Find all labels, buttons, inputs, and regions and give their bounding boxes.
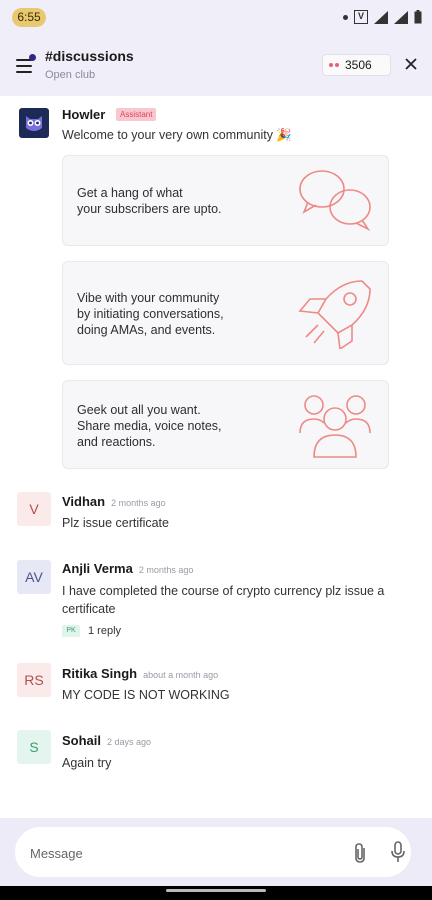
message-author[interactable]: Vidhan 2 months ago	[62, 494, 166, 509]
message-author[interactable]: Sohail 2 days ago	[62, 733, 151, 748]
status-bar: 6:55 V	[0, 0, 432, 34]
status-icons: V	[343, 8, 422, 26]
reply-avatar: PK	[62, 625, 80, 637]
points-badge[interactable]: 3506	[322, 54, 391, 76]
card-text: Geek out all you want. Share media, voic…	[77, 403, 222, 449]
author-name: Ritika Singh	[62, 666, 138, 681]
feature-card-group: Geek out all you want. Share media, voic…	[62, 380, 389, 469]
group-icon	[299, 394, 371, 458]
message-time: 2 days ago	[107, 737, 152, 747]
message-text: I have completed the course of crypto cu…	[62, 584, 385, 616]
rocket-icon	[298, 280, 371, 349]
message-input[interactable]	[30, 844, 330, 862]
message-text: MY CODE IS NOT WORKING	[62, 688, 230, 702]
vpn-icon: V	[354, 10, 368, 24]
menu-line	[16, 71, 32, 73]
system-nav-bar	[0, 886, 432, 900]
author-name: Anjli Verma	[62, 561, 133, 576]
message-text: Again try	[62, 756, 112, 770]
home-handle[interactable]	[166, 889, 266, 892]
card-text: Vibe with your community by initiating c…	[77, 291, 224, 337]
feature-card-rocket: Vibe with your community by initiating c…	[62, 261, 389, 365]
thread-replies[interactable]: PK 1 reply	[62, 625, 121, 637]
points-icon	[329, 63, 339, 67]
bot-message-text: Welcome to your very own community 🎉	[62, 128, 292, 142]
notification-dot-icon	[343, 14, 348, 20]
points-value: 3506	[345, 58, 372, 72]
close-button[interactable]	[402, 56, 420, 74]
bot-avatar[interactable]	[19, 108, 49, 138]
signal-icon	[394, 10, 408, 24]
channel-header: #discussions Open club 3506	[0, 34, 432, 96]
avatar[interactable]: S	[17, 730, 51, 764]
avatar[interactable]: V	[17, 492, 51, 526]
channel-title: #discussions	[45, 48, 134, 64]
close-icon	[405, 58, 417, 70]
message-time: about a month ago	[143, 670, 219, 680]
message-author[interactable]: Anjli Verma 2 months ago	[62, 561, 193, 576]
avatar[interactable]: AV	[17, 560, 51, 594]
menu-button[interactable]	[14, 54, 38, 76]
menu-badge-dot	[29, 54, 36, 61]
bot-name[interactable]: Howler	[62, 107, 105, 122]
battery-icon	[414, 10, 422, 24]
avatar[interactable]: RS	[17, 663, 51, 697]
message-text: Plz issue certificate	[62, 516, 169, 530]
status-time: 6:55	[12, 8, 46, 27]
wifi-icon	[374, 10, 388, 24]
owl-icon	[26, 116, 42, 131]
message-time: 2 months ago	[111, 498, 166, 508]
channel-subtitle: Open club	[45, 69, 96, 81]
card-text: Get a hang of what your subscribers are …	[77, 186, 222, 216]
reply-count: 1 reply	[88, 625, 122, 637]
menu-line	[16, 65, 32, 67]
message-author[interactable]: Ritika Singh about a month ago	[62, 666, 218, 681]
assistant-tag: Assistant	[116, 108, 157, 121]
author-name: Sohail	[62, 733, 102, 748]
composer-area	[0, 818, 432, 886]
mic-icon[interactable]	[390, 841, 406, 863]
feature-card-chat: Get a hang of what your subscribers are …	[62, 155, 389, 246]
attachment-icon[interactable]	[350, 842, 370, 864]
author-name: Vidhan	[62, 494, 106, 509]
message-feed[interactable]: Howler Assistant Welcome to your very ow…	[0, 96, 432, 818]
message-time: 2 months ago	[138, 565, 194, 575]
chat-bubbles-icon	[299, 169, 371, 231]
message-composer[interactable]	[15, 827, 411, 877]
